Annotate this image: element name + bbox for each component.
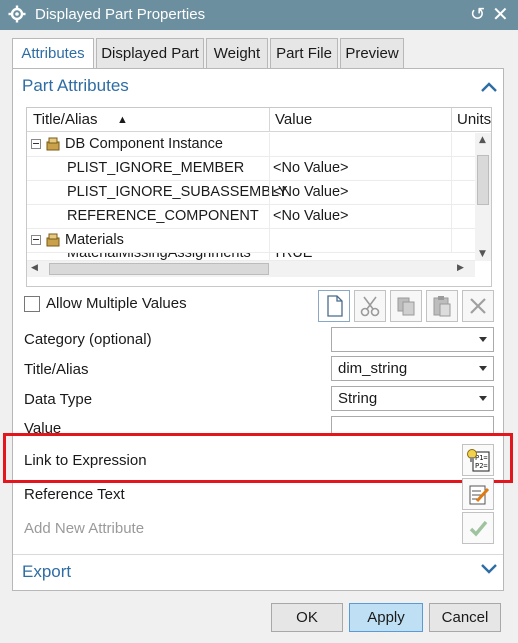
row-title: DB Component Instance xyxy=(65,136,223,152)
paste-button[interactable] xyxy=(426,290,458,322)
row-title: MaterialMissingAssignments xyxy=(67,253,251,261)
dropdown-arrow-icon xyxy=(479,396,487,401)
link-expression-label: Link to Expression xyxy=(24,452,147,469)
sort-ascending-icon: ▲ xyxy=(117,114,128,126)
tab-preview[interactable]: Preview xyxy=(340,38,404,69)
export-title: Export xyxy=(22,562,72,581)
vertical-scrollbar[interactable]: ▲ ▼ xyxy=(475,133,491,261)
scroll-down-icon[interactable]: ▼ xyxy=(479,249,486,259)
cancel-button[interactable]: Cancel xyxy=(429,603,501,632)
collapse-icon[interactable] xyxy=(31,235,41,245)
value-label: Value xyxy=(24,420,62,433)
reset-icon[interactable]: ↺ xyxy=(470,4,485,25)
row-value: <No Value> xyxy=(273,208,349,224)
cut-button[interactable] xyxy=(354,290,386,322)
edit-note-icon xyxy=(469,485,490,505)
data-type-label: Data Type xyxy=(24,391,93,408)
expression-icon: P1= P2= xyxy=(467,449,490,472)
allow-multiple-label: Allow Multiple Values xyxy=(46,295,187,312)
copy-button[interactable] xyxy=(390,290,422,322)
paste-icon xyxy=(433,296,451,317)
collapse-icon[interactable] xyxy=(31,139,41,149)
category-dropdown[interactable] xyxy=(331,327,494,352)
column-title-alias[interactable]: Title/Alias xyxy=(33,111,97,128)
horizontal-scrollbar[interactable]: ◀ ▶ xyxy=(27,261,475,277)
scroll-right-icon[interactable]: ▶ xyxy=(457,263,464,273)
row-value: <No Value> xyxy=(273,184,349,200)
window-title: Displayed Part Properties xyxy=(35,6,206,23)
add-new-attribute-label: Add New Attribute xyxy=(24,520,145,537)
table-row[interactable]: DB Component Instance xyxy=(27,133,475,157)
row-title: REFERENCE_COMPONENT xyxy=(67,208,259,224)
apply-button[interactable]: Apply xyxy=(349,603,423,632)
table-row[interactable]: Materials xyxy=(27,229,475,253)
column-units[interactable]: Units xyxy=(457,111,491,128)
title-bar: Displayed Part Properties ↺ ✕ xyxy=(0,0,518,30)
column-value[interactable]: Value xyxy=(275,111,312,128)
row-value: TRUE xyxy=(273,253,313,261)
table-row[interactable]: REFERENCE_COMPONENT <No Value> xyxy=(27,205,475,229)
row-title: PLIST_IGNORE_SUBASSEMBLY xyxy=(67,184,288,200)
chevron-down-icon[interactable] xyxy=(480,562,498,576)
attribute-group-icon xyxy=(46,137,60,151)
title-alias-dropdown[interactable]: dim_string xyxy=(331,356,494,381)
scroll-thumb[interactable] xyxy=(477,155,489,205)
svg-text:P1=: P1= xyxy=(475,454,488,462)
row-value: <No Value> xyxy=(273,160,349,176)
close-icon[interactable]: ✕ xyxy=(492,2,509,26)
tab-weight[interactable]: Weight xyxy=(206,38,268,69)
table-row[interactable]: MaterialMissingAssignments TRUE xyxy=(27,253,475,261)
dropdown-arrow-icon xyxy=(479,366,487,371)
dropdown-arrow-icon xyxy=(479,337,487,342)
link-expression-button[interactable]: P1= P2= xyxy=(462,444,494,476)
add-new-attribute-button[interactable] xyxy=(462,512,494,544)
table-row[interactable]: PLIST_IGNORE_SUBASSEMBLY <No Value> xyxy=(27,181,475,205)
gear-icon xyxy=(8,5,26,23)
table-header: Title/Alias ▲ Value Units xyxy=(27,108,491,132)
reference-text-button[interactable] xyxy=(462,478,494,510)
category-label: Category (optional) xyxy=(24,331,152,348)
data-type-value: String xyxy=(338,390,378,407)
svg-text:P2=: P2= xyxy=(475,462,488,470)
copy-icon xyxy=(397,297,415,316)
title-alias-label: Title/Alias xyxy=(24,361,89,378)
reference-text-label: Reference Text xyxy=(24,486,125,503)
ok-button[interactable]: OK xyxy=(271,603,343,632)
attributes-table[interactable]: Title/Alias ▲ Value Units DB Component I… xyxy=(26,107,492,287)
part-attributes-title: Part Attributes xyxy=(22,76,129,95)
table-row[interactable]: PLIST_IGNORE_MEMBER <No Value> xyxy=(27,157,475,181)
scissors-icon xyxy=(360,296,380,317)
tab-part-file[interactable]: Part File xyxy=(270,38,338,69)
delete-x-icon xyxy=(470,298,486,314)
tab-displayed-part[interactable]: Displayed Part xyxy=(96,38,204,69)
row-title: Materials xyxy=(65,232,124,248)
new-attribute-button[interactable] xyxy=(318,290,350,322)
new-document-icon xyxy=(327,295,343,317)
checkmark-icon xyxy=(469,520,488,537)
delete-button[interactable] xyxy=(462,290,494,322)
attribute-group-icon xyxy=(46,233,60,247)
scroll-up-icon[interactable]: ▲ xyxy=(479,135,486,145)
chevron-up-icon[interactable] xyxy=(480,80,498,94)
scroll-left-icon[interactable]: ◀ xyxy=(31,263,38,273)
tab-attributes[interactable]: Attributes xyxy=(12,38,94,70)
row-title: PLIST_IGNORE_MEMBER xyxy=(67,160,245,176)
title-alias-value: dim_string xyxy=(338,360,408,377)
allow-multiple-checkbox[interactable] xyxy=(24,296,40,312)
data-type-dropdown[interactable]: String xyxy=(331,386,494,411)
scroll-thumb[interactable] xyxy=(49,263,269,275)
